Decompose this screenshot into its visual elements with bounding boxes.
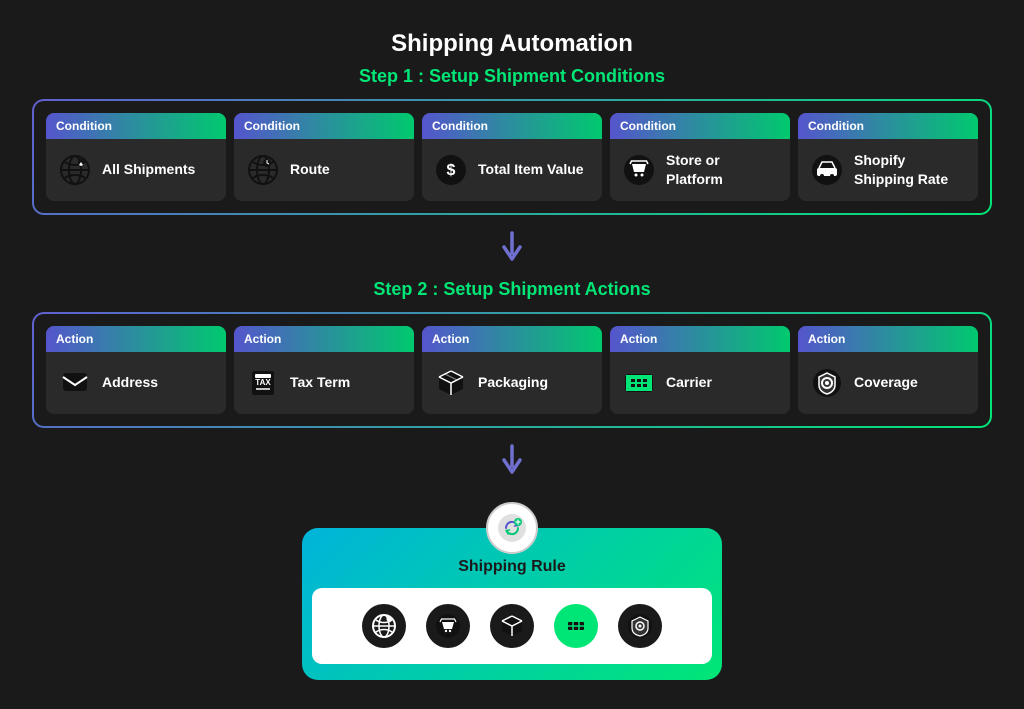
shopify-rate-icon xyxy=(808,151,846,189)
route-icon xyxy=(244,151,282,189)
card-header: Action xyxy=(234,326,414,352)
total-item-value-label: Total Item Value xyxy=(478,160,584,178)
rule-icon-packaging xyxy=(490,604,534,648)
card-body: Store or Platform xyxy=(610,139,790,201)
arrow-down-2 xyxy=(494,442,530,478)
rule-icon-carrier xyxy=(554,604,598,648)
carrier-icon xyxy=(620,364,658,402)
card-header: Action xyxy=(798,326,978,352)
rule-icon-store xyxy=(426,604,470,648)
rule-icons-row xyxy=(312,588,712,664)
card-store-platform[interactable]: Condition Store or Platform xyxy=(610,113,790,201)
total-item-value-icon: $ xyxy=(432,151,470,189)
card-header: Action xyxy=(422,326,602,352)
tax-term-label: Tax Term xyxy=(290,373,350,391)
store-platform-icon xyxy=(620,151,658,189)
rule-refresh-icon xyxy=(486,502,538,554)
address-label: Address xyxy=(102,373,158,391)
route-label: Route xyxy=(290,160,330,178)
card-body: Carrier xyxy=(610,352,790,414)
card-packaging[interactable]: Action Packaging xyxy=(422,326,602,414)
card-coverage[interactable]: Action Coverage xyxy=(798,326,978,414)
shopify-rate-label: Shopify Shipping Rate xyxy=(854,151,968,187)
card-route[interactable]: Condition Route xyxy=(234,113,414,201)
packaging-label: Packaging xyxy=(478,373,548,391)
main-container: Shipping Automation Step 1 : Setup Shipm… xyxy=(12,10,1012,700)
carrier-label: Carrier xyxy=(666,373,712,391)
card-total-item-value[interactable]: Condition $ Total Item Value xyxy=(422,113,602,201)
card-body: Coverage xyxy=(798,352,978,414)
card-all-shipments[interactable]: Condition All Shipments xyxy=(46,113,226,201)
page-title: Shipping Automation xyxy=(391,30,633,58)
card-body: $ Total Item Value xyxy=(422,139,602,201)
step2-title: Step 2 : Setup Shipment Actions xyxy=(373,279,650,300)
card-header: Condition xyxy=(610,113,790,139)
store-platform-label: Store or Platform xyxy=(666,151,780,187)
card-body: Shopify Shipping Rate xyxy=(798,139,978,201)
card-tax-term[interactable]: Action TAX Tax Term xyxy=(234,326,414,414)
card-body: Packaging xyxy=(422,352,602,414)
rule-icon-coverage xyxy=(618,604,662,648)
card-body: TAX Tax Term xyxy=(234,352,414,414)
card-shopify-rate[interactable]: Condition Shopify Shipping Rate xyxy=(798,113,978,201)
card-carrier[interactable]: Action Carrier xyxy=(610,326,790,414)
svg-text:$: $ xyxy=(447,162,456,179)
actions-row: Action Address Action xyxy=(46,326,978,414)
card-body: Route xyxy=(234,139,414,201)
card-body: Address xyxy=(46,352,226,414)
packaging-icon xyxy=(432,364,470,402)
step1-title: Step 1 : Setup Shipment Conditions xyxy=(359,66,665,87)
conditions-section: Condition All Shipments xyxy=(32,99,992,215)
coverage-icon xyxy=(808,364,846,402)
card-header: Condition xyxy=(234,113,414,139)
coverage-label: Coverage xyxy=(854,373,918,391)
address-icon xyxy=(56,364,94,402)
card-header: Action xyxy=(610,326,790,352)
arrow-down-1 xyxy=(494,229,530,265)
card-header: Condition xyxy=(422,113,602,139)
all-shipments-icon xyxy=(56,151,94,189)
card-header: Action xyxy=(46,326,226,352)
shipping-rule-section: Shipping Rule xyxy=(32,502,992,680)
card-body: All Shipments xyxy=(46,139,226,201)
card-address[interactable]: Action Address xyxy=(46,326,226,414)
svg-text:TAX: TAX xyxy=(255,378,271,387)
tax-term-icon: TAX xyxy=(244,364,282,402)
conditions-row: Condition All Shipments xyxy=(46,113,978,201)
card-header: Condition xyxy=(798,113,978,139)
rule-icon-globe xyxy=(362,604,406,648)
card-header: Condition xyxy=(46,113,226,139)
actions-section: Action Address Action xyxy=(32,312,992,428)
shipping-rule-title: Shipping Rule xyxy=(302,558,722,576)
all-shipments-label: All Shipments xyxy=(102,160,195,178)
